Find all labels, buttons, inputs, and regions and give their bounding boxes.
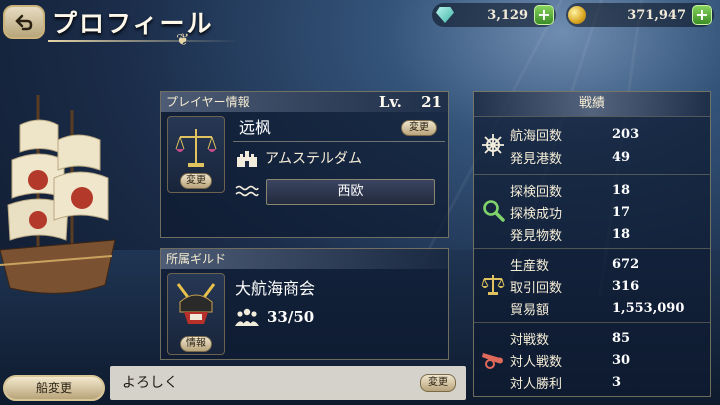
record-value: 85: [612, 330, 631, 346]
player-level: Lv. 21: [379, 93, 442, 111]
record-row: 対戦数 85: [510, 327, 706, 349]
back-button[interactable]: [3, 5, 45, 39]
record-row: 対人勝利 3: [510, 371, 706, 393]
record-label: 貿易額: [510, 302, 550, 318]
record-row: 発見港数 49: [510, 146, 706, 168]
title-underline: [48, 40, 238, 42]
record-value: 1,553,090: [612, 300, 685, 316]
trade-stats-group: 生産数 672 取引回数 316 貿易額 1,553,090: [474, 248, 710, 320]
record-value: 49: [612, 149, 631, 165]
record-value: 17: [612, 204, 631, 220]
guild-info-button[interactable]: 情報: [180, 336, 212, 352]
record-label: 航海回数: [510, 128, 563, 144]
magnifier-icon: [480, 197, 506, 223]
guild-member-value: 33/50: [267, 308, 315, 326]
comment-bar: よろしく 変更: [110, 366, 466, 400]
record-value: 30: [612, 352, 631, 368]
add-gold-button[interactable]: +: [692, 5, 712, 25]
record-panel: 戦績 航海回数 203 発見港数 49 探検回数 18 探検成功 17 発見物数…: [473, 91, 711, 397]
gold-coin-icon: [568, 6, 586, 24]
record-value: 3: [612, 374, 622, 390]
home-port-row: アムステルダム: [235, 148, 362, 168]
record-label: 探検回数: [510, 184, 563, 200]
castle-icon: [237, 151, 257, 167]
change-comment-button[interactable]: 変更: [420, 374, 456, 392]
members-icon: [235, 308, 259, 326]
level-value: 21: [421, 93, 442, 111]
navigation-stats-group: 航海回数 203 発見港数 49: [474, 116, 710, 172]
record-row: 生産数 672: [510, 253, 706, 275]
record-header: 戦績: [474, 92, 710, 116]
record-value: 316: [612, 278, 640, 294]
title-flourish: ❦: [176, 30, 190, 49]
battle-stats-group: 対戦数 85 対人戦数 30 対人勝利 3: [474, 322, 710, 396]
region-row: [235, 184, 259, 198]
record-value: 203: [612, 126, 640, 142]
change-name-button[interactable]: 変更: [401, 120, 437, 136]
change-ship-button[interactable]: 船変更: [3, 375, 105, 401]
gold-counter: 371,947 +: [566, 3, 714, 27]
record-row: 貿易額 1,553,090: [510, 297, 706, 319]
scales-icon: [480, 271, 506, 297]
cannon-icon: [480, 345, 506, 371]
player-emblem[interactable]: 変更: [167, 116, 225, 193]
player-info-panel: プレイヤー情報 Lv. 21 変更 远枫 変更 アムステルダム 西欧: [160, 91, 449, 238]
comment-text: よろしく: [122, 375, 178, 391]
record-label: 対人勝利: [510, 376, 563, 392]
record-row: 発見物数 18: [510, 223, 706, 245]
record-row: 探検成功 17: [510, 201, 706, 223]
record-value: 18: [612, 182, 631, 198]
record-value: 672: [612, 256, 640, 272]
home-port-name: アムステルダム: [265, 151, 363, 167]
samurai-helmet-icon: [176, 283, 216, 324]
ship-wheel-icon: [480, 132, 506, 158]
record-row: 取引回数 316: [510, 275, 706, 297]
region-selector[interactable]: 西欧: [266, 179, 435, 205]
gem-amount: 3,129: [487, 7, 528, 23]
record-label: 生産数: [510, 258, 550, 274]
exploration-stats-group: 探検回数 18 探検成功 17 発見物数 18: [474, 174, 710, 246]
record-value: 18: [612, 226, 631, 242]
record-label: 探検成功: [510, 206, 563, 222]
gem-icon: [436, 7, 454, 23]
waves-icon: [235, 185, 259, 197]
add-gems-button[interactable]: +: [534, 5, 554, 25]
record-label: 発見物数: [510, 228, 563, 244]
record-label: 取引回数: [510, 280, 563, 296]
gem-counter: 3,129 +: [432, 3, 556, 27]
ship-illustration: [0, 95, 116, 294]
guild-name: 大航海商会: [235, 279, 316, 298]
guild-header: 所属ギルド: [161, 249, 448, 269]
scales-emblem-icon: [175, 129, 217, 167]
level-label: Lv.: [378, 93, 402, 111]
back-arrow-icon: [15, 14, 33, 31]
record-label: 対人戦数: [510, 354, 563, 370]
record-row: 航海回数 203: [510, 123, 706, 145]
record-row: 対人戦数 30: [510, 349, 706, 371]
change-emblem-button[interactable]: 変更: [180, 173, 212, 189]
player-name-row: 远枫 変更: [233, 116, 445, 142]
guild-member-count: 33/50: [235, 307, 314, 327]
player-name: 远枫: [239, 118, 272, 137]
guild-emblem[interactable]: 情報: [167, 273, 225, 355]
record-row: 探検回数 18: [510, 179, 706, 201]
record-label: 発見港数: [510, 151, 563, 167]
guild-panel: 所属ギルド 情報 大航海商会 33/50: [160, 248, 449, 360]
gold-amount: 371,947: [627, 7, 686, 23]
record-label: 対戦数: [510, 332, 550, 348]
